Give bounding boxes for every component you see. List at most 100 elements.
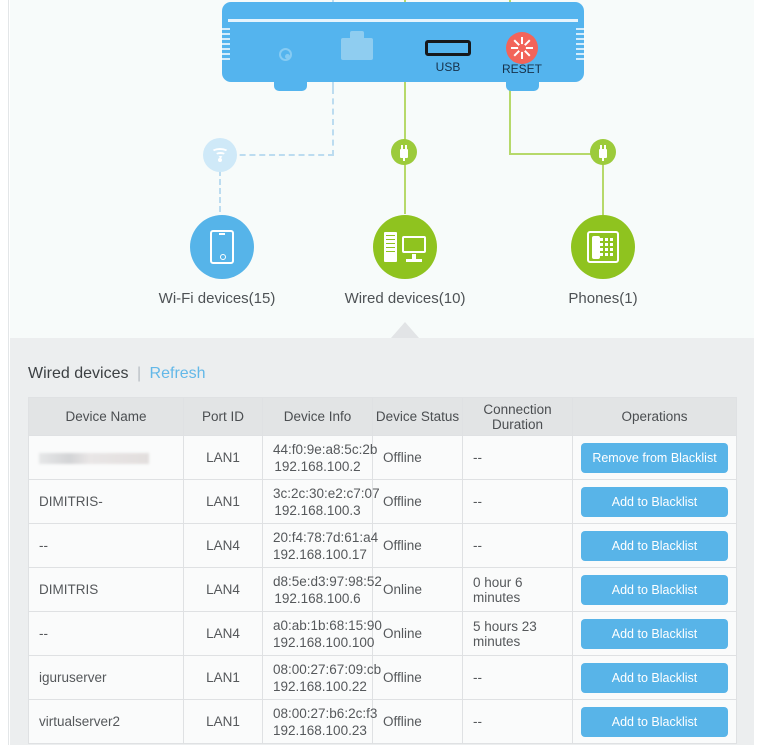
panel-title: Wired devices bbox=[28, 365, 129, 382]
reset-button-icon bbox=[506, 32, 538, 64]
wifi-dashed-link-to-node bbox=[219, 170, 221, 212]
node-wired-devices[interactable] bbox=[373, 215, 437, 279]
blacklist-button[interactable]: Add to Blacklist bbox=[581, 618, 728, 649]
cell-device-status: Offline bbox=[372, 479, 463, 524]
phone-link-horizontal bbox=[509, 153, 603, 155]
cell-device-status: Online bbox=[372, 567, 463, 612]
wired-devices-table: Device Name Port ID Device Info Device S… bbox=[28, 397, 737, 744]
blacklist-button[interactable]: Remove from Blacklist bbox=[581, 442, 728, 473]
cell-port-id: LAN1 bbox=[183, 435, 263, 480]
refresh-link[interactable]: Refresh bbox=[150, 365, 206, 382]
column-header-device-info: Device Info bbox=[262, 397, 373, 436]
router-port-tab-left bbox=[274, 80, 307, 91]
panel-separator: | bbox=[136, 365, 142, 382]
cell-device-info: a0:ab:1b:68:15:90 192.168.100.100 bbox=[262, 611, 382, 656]
usb-port-icon bbox=[425, 40, 471, 56]
cell-device-status: Offline bbox=[372, 523, 463, 568]
node-wifi-devices[interactable] bbox=[190, 215, 254, 279]
cell-device-name-container bbox=[28, 435, 184, 480]
cell-mac-address: d8:5e:d3:97:98:52 bbox=[273, 573, 382, 589]
table-row: DIMITRIS LAN4 d8:5e:d3:97:98:52 192.168.100… bbox=[28, 567, 737, 612]
node-phones[interactable] bbox=[571, 215, 635, 279]
table-row: virtualserver2 LAN1 08:00:27:b6:2c:f3 192.1… bbox=[28, 699, 737, 744]
cell-device-name-container: virtualserver2 bbox=[28, 699, 184, 744]
column-header-connection-duration: Connection Duration bbox=[462, 397, 573, 436]
column-header-operations: Operations bbox=[572, 397, 737, 436]
cell-operations: Add to Blacklist bbox=[572, 611, 737, 656]
cell-device-name-container: -- bbox=[28, 523, 184, 568]
router-vent-right bbox=[576, 28, 585, 66]
cell-device-info: 08:00:27:67:09:cb 192.168.100.22 bbox=[262, 655, 382, 700]
node-phones-label: Phones(1) bbox=[568, 290, 638, 307]
cell-mac-address: a0:ab:1b:68:15:90 bbox=[273, 617, 382, 633]
cell-ip-address: 192.168.100.22 bbox=[273, 678, 367, 694]
wired-link-plug-icon bbox=[391, 139, 417, 165]
cell-device-name: iguruserver bbox=[39, 670, 107, 685]
cell-operations: Remove from Blacklist bbox=[572, 435, 737, 480]
cell-device-info: 44:f0:9e:a8:5c:2b 192.168.100.2 bbox=[262, 435, 378, 480]
table-row: -- LAN4 20:f4:78:7d:61:a4 192.168.100.17 Off… bbox=[28, 523, 737, 568]
page-right-rail bbox=[753, 0, 762, 745]
selected-node-pointer bbox=[391, 322, 419, 338]
blacklist-button[interactable]: Add to Blacklist bbox=[581, 574, 728, 605]
table-header-row: Device Name Port ID Device Info Device S… bbox=[28, 397, 737, 436]
cell-connection-duration: 0 hour 6 minutes bbox=[462, 567, 573, 612]
cell-ip-address: 192.168.100.17 bbox=[273, 546, 367, 562]
page-left-rail bbox=[0, 0, 9, 745]
cell-ip-address: 192.168.100.6 bbox=[274, 590, 361, 606]
desk-phone-icon bbox=[587, 231, 619, 263]
cell-device-name-container: -- bbox=[28, 611, 184, 656]
network-topology-panel: USB RESET Wi-Fi devices(15) Wired device… bbox=[10, 0, 754, 338]
usb-port-label: USB bbox=[435, 60, 461, 74]
cell-operations: Add to Blacklist bbox=[572, 567, 737, 612]
cell-port-id: LAN4 bbox=[183, 611, 263, 656]
cell-mac-address: 20:f4:78:7d:61:a4 bbox=[273, 529, 379, 545]
table-row: iguruserver LAN1 08:00:27:67:09:cb 192.168.… bbox=[28, 655, 737, 700]
cell-mac-address: 44:f0:9e:a8:5c:2b bbox=[273, 441, 378, 457]
cell-device-name-container: iguruserver bbox=[28, 655, 184, 700]
cell-ip-address: 192.168.100.23 bbox=[273, 722, 367, 738]
cell-ip-address: 192.168.100.2 bbox=[274, 458, 361, 474]
column-header-port-id: Port ID bbox=[183, 397, 263, 436]
cell-device-status: Online bbox=[372, 611, 463, 656]
cell-operations: Add to Blacklist bbox=[572, 479, 737, 524]
cell-connection-duration: -- bbox=[462, 479, 573, 524]
table-row: LAN1 44:f0:9e:a8:5c:2b 192.168.100.2 Offlin… bbox=[28, 435, 737, 480]
cell-device-status: Offline bbox=[372, 699, 463, 744]
blacklist-button[interactable]: Add to Blacklist bbox=[581, 530, 728, 561]
cell-device-name: DIMITRIS bbox=[39, 582, 99, 597]
router-port-tab-right bbox=[506, 80, 539, 91]
cell-connection-duration: -- bbox=[462, 435, 573, 480]
cell-mac-address: 08:00:27:67:09:cb bbox=[273, 661, 382, 677]
power-port-icon bbox=[279, 48, 292, 61]
phone-link-plug-icon bbox=[590, 139, 616, 165]
node-wired-devices-label: Wired devices(10) bbox=[344, 290, 466, 307]
cell-device-name: -- bbox=[39, 626, 48, 641]
cell-port-id: LAN1 bbox=[183, 479, 263, 524]
ethernet-port-icon bbox=[341, 31, 373, 60]
wifi-dashed-link-horizontal bbox=[220, 154, 334, 156]
cell-device-name: DIMITRIS- bbox=[39, 494, 103, 509]
cell-device-status: Offline bbox=[372, 655, 463, 700]
blacklist-button[interactable]: Add to Blacklist bbox=[581, 486, 728, 517]
cell-device-info: 20:f4:78:7d:61:a4 192.168.100.17 bbox=[262, 523, 379, 568]
cell-port-id: LAN1 bbox=[183, 655, 263, 700]
cell-operations: Add to Blacklist bbox=[572, 655, 737, 700]
panel-header: Wired devices | Refresh bbox=[28, 365, 206, 383]
router-vent-left bbox=[221, 28, 230, 66]
wifi-signal-icon bbox=[203, 138, 237, 172]
router-seam bbox=[228, 19, 578, 22]
table-row: -- LAN4 a0:ab:1b:68:15:90 192.168.100.100 On… bbox=[28, 611, 737, 656]
cell-device-status: Offline bbox=[372, 435, 463, 480]
blacklist-button[interactable]: Add to Blacklist bbox=[581, 662, 728, 693]
cell-port-id: LAN4 bbox=[183, 567, 263, 612]
cell-ip-address: 192.168.100.100 bbox=[273, 634, 375, 650]
router-device: USB RESET bbox=[221, 2, 585, 82]
blacklist-button[interactable]: Add to Blacklist bbox=[581, 706, 728, 737]
cell-device-info: 3c:2c:30:e2:c7:07 192.168.100.3 bbox=[262, 479, 380, 524]
cell-device-name: -- bbox=[39, 538, 48, 553]
cell-connection-duration: -- bbox=[462, 655, 573, 700]
cell-connection-duration: -- bbox=[462, 699, 573, 744]
wifi-dashed-link-down bbox=[332, 88, 334, 156]
wired-devices-panel: Wired devices | Refresh Device Name Port… bbox=[10, 338, 754, 745]
